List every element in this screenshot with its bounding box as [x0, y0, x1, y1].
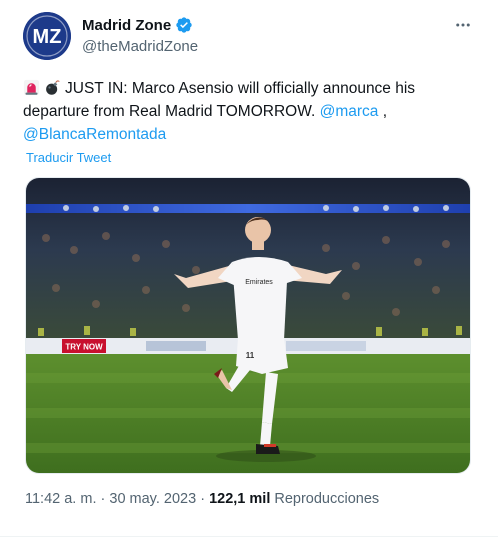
views-label: Reproducciones	[274, 491, 380, 507]
tweet-card: MZ Madrid Zone @theMadridZone JUST IN: M…	[0, 0, 498, 537]
tweet-metadata: 11:42 a. m. · 30 may. 2023 · 122,1 mil R…	[25, 491, 379, 507]
author-name[interactable]: Madrid Zone	[82, 17, 171, 34]
bomb-icon	[46, 80, 60, 95]
verified-badge-icon[interactable]	[175, 16, 193, 34]
tweet-date[interactable]: 30 may. 2023	[109, 491, 196, 507]
views-count: 122,1 mil	[209, 491, 271, 507]
tweet-photo[interactable]: TRY NOW Emirates 11	[25, 177, 471, 474]
translate-tweet-link[interactable]: Traducir Tweet	[26, 150, 111, 165]
author-name-row: Madrid Zone	[82, 16, 193, 34]
avatar[interactable]: MZ	[23, 12, 71, 60]
meta-separator: ·	[100, 491, 106, 507]
mention-link-marca[interactable]: @marca	[320, 103, 379, 120]
jersey-sponsor-text: Emirates	[245, 279, 273, 286]
tweet-text: JUST IN: Marco Asensio will officially a…	[23, 77, 463, 146]
jersey-number-text: 11	[246, 351, 255, 360]
avatar-text: MZ	[33, 26, 62, 48]
mention-link-blancaremontada[interactable]: @BlancaRemontada	[23, 126, 166, 143]
mention-separator: ,	[382, 103, 388, 120]
ad-board-text: TRY NOW	[65, 343, 103, 352]
author-handle[interactable]: @theMadridZone	[82, 38, 198, 55]
madrid-zone-logo-icon: MZ	[23, 12, 71, 60]
tweet-time[interactable]: 11:42 a. m.	[25, 491, 96, 507]
meta-separator: ·	[200, 491, 206, 507]
rotating-light-icon	[23, 79, 40, 96]
more-options-icon[interactable]	[454, 16, 472, 34]
